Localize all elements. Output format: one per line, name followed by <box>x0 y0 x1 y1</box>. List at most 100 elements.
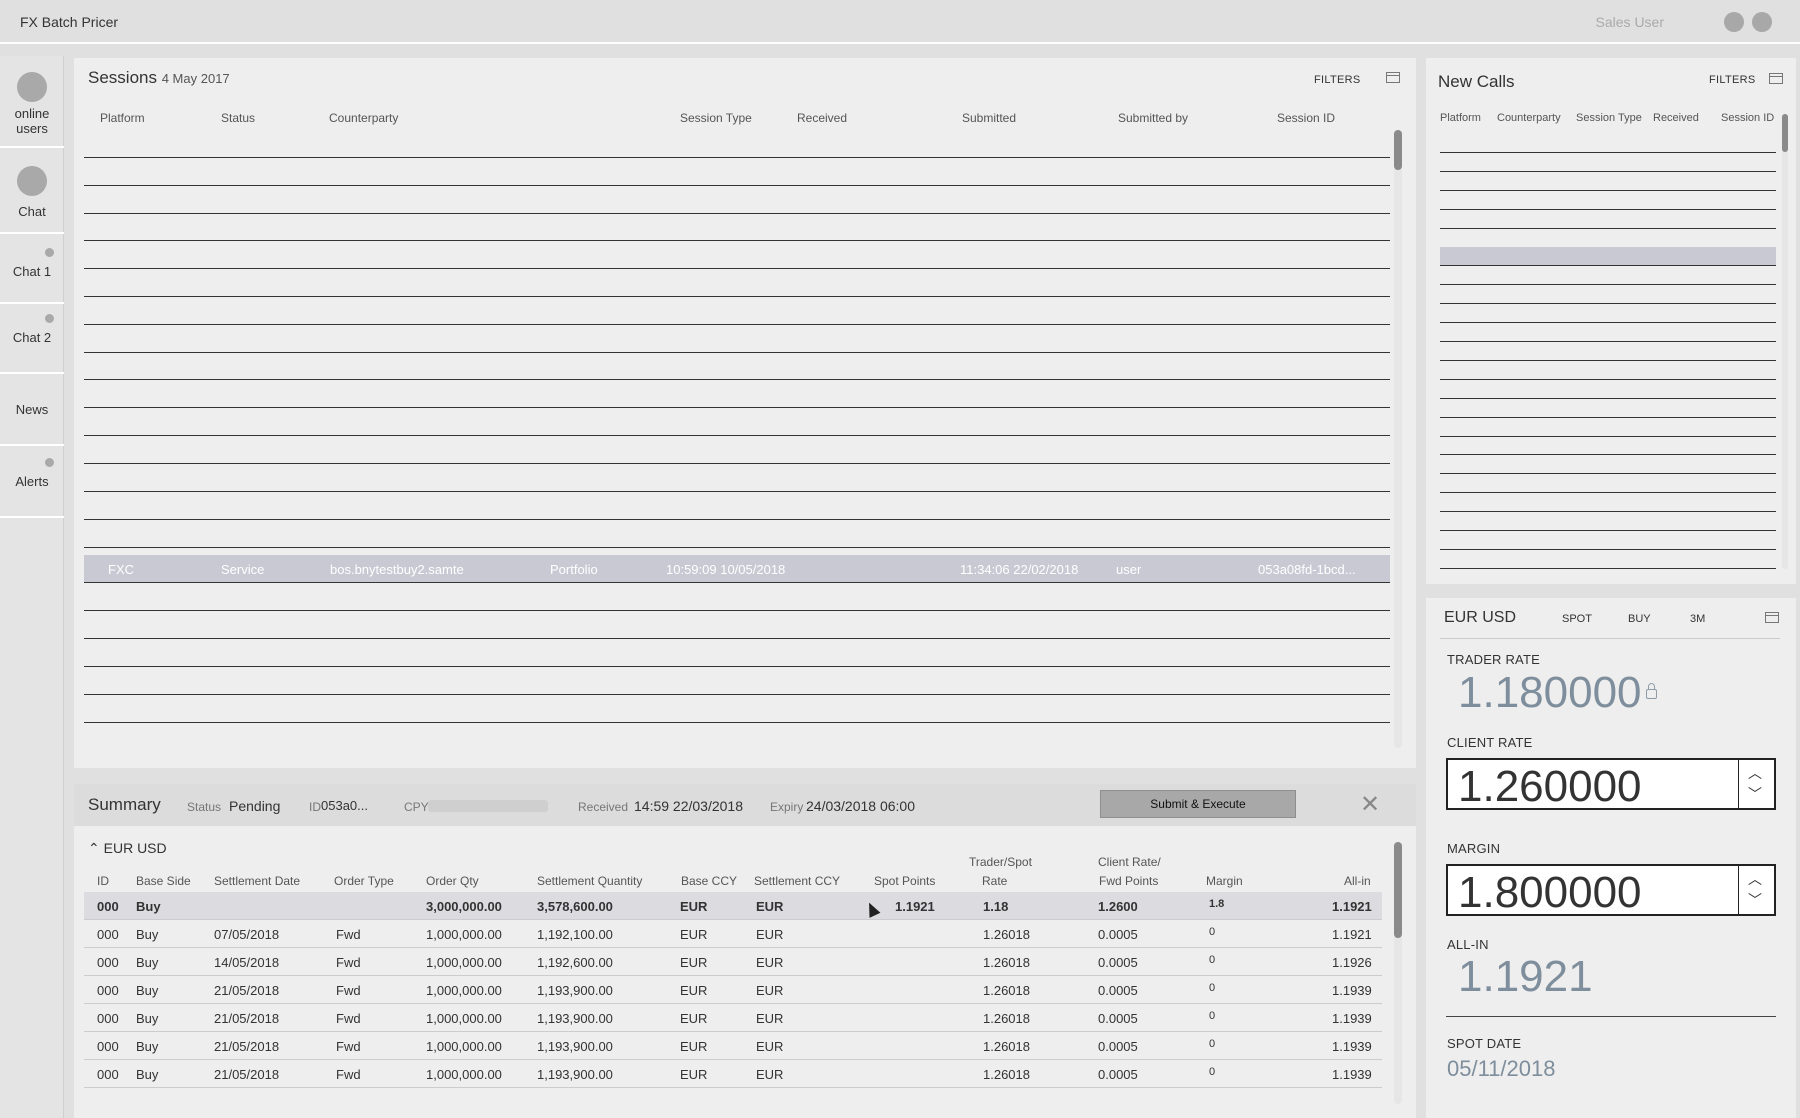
column-header-trader-spot[interactable]: Trader/Spot <box>969 855 1032 869</box>
column-header-session-id[interactable]: Session ID <box>1721 112 1774 124</box>
table-row-selected[interactable]: FXC Service bos.bnytestbuy2.samte Portfo… <box>84 555 1390 583</box>
chevron-down-icon[interactable]: ﹀ <box>1748 784 1762 804</box>
tab-spot[interactable]: SPOT <box>1562 613 1592 625</box>
sidebar-item-alerts[interactable]: Alerts <box>0 446 64 518</box>
column-header-all-in[interactable]: All-in <box>1344 874 1371 888</box>
column-header-settlement-date[interactable]: Settlement Date <box>214 874 300 888</box>
table-row[interactable] <box>84 520 1390 548</box>
sidebar-item-chat[interactable]: Chat <box>0 148 64 234</box>
table-row[interactable] <box>1440 550 1776 569</box>
column-header-platform[interactable]: Platform <box>100 111 145 125</box>
table-row[interactable] <box>1440 342 1776 361</box>
table-row[interactable] <box>84 297 1390 325</box>
new-calls-scrollbar[interactable] <box>1782 114 1788 569</box>
table-row[interactable] <box>1440 455 1776 475</box>
column-header-session-type[interactable]: Session Type <box>1576 112 1642 124</box>
column-header-settlement-ccy[interactable]: Settlement CCY <box>754 874 840 888</box>
table-row[interactable] <box>1440 191 1776 210</box>
table-row[interactable] <box>1440 210 1776 229</box>
sidebar-item-chat-2[interactable]: Chat 2 <box>0 304 64 374</box>
table-row[interactable] <box>84 352 1390 380</box>
table-row[interactable] <box>1440 418 1776 437</box>
table-row[interactable] <box>1440 247 1776 267</box>
scrollbar-thumb[interactable] <box>1394 130 1402 170</box>
margin-input[interactable]: 1.800000 ︿ ﹀ <box>1446 864 1776 917</box>
column-header-received[interactable]: Received <box>1653 112 1699 124</box>
panel-menu-icon[interactable] <box>1765 612 1779 623</box>
table-row[interactable] <box>84 695 1390 723</box>
column-header-session-type[interactable]: Session Type <box>680 111 752 125</box>
scrollbar-thumb[interactable] <box>1782 114 1788 152</box>
table-row[interactable] <box>84 583 1390 611</box>
summary-row[interactable]: 000 Buy 21/05/2018 Fwd 1,000,000.00 1,193,900… <box>84 1060 1382 1088</box>
lock-icon[interactable] <box>1646 683 1657 699</box>
user-label[interactable]: Sales User <box>1596 14 1664 30</box>
summary-row[interactable]: 000 Buy 21/05/2018 Fwd 1,000,000.00 1,193,900… <box>84 976 1382 1004</box>
new-calls-filters-button[interactable]: FILTERS <box>1709 74 1756 86</box>
column-header-margin[interactable]: Margin <box>1206 874 1243 888</box>
summary-row[interactable]: 000 Buy 14/05/2018 Fwd 1,000,000.00 1,192,600… <box>84 948 1382 976</box>
table-row[interactable] <box>1440 436 1776 456</box>
table-row[interactable] <box>1440 285 1776 305</box>
column-header-order-type[interactable]: Order Type <box>334 874 394 888</box>
column-header-submitted[interactable]: Submitted <box>962 111 1016 125</box>
minimize-icon[interactable] <box>1724 12 1744 32</box>
table-row[interactable] <box>84 241 1390 269</box>
sessions-filters-button[interactable]: FILTERS <box>1314 74 1361 86</box>
column-header-trader-spot-rate[interactable]: Rate <box>982 874 1007 888</box>
table-row[interactable] <box>1440 134 1776 153</box>
table-row[interactable] <box>84 213 1390 241</box>
table-row[interactable] <box>1440 380 1776 399</box>
table-row[interactable] <box>1440 512 1776 531</box>
table-row[interactable] <box>1440 229 1776 248</box>
tab-3m[interactable]: 3M <box>1690 613 1705 625</box>
summary-row[interactable]: 000 Buy 21/05/2018 Fwd 1,000,000.00 1,193,900… <box>84 1004 1382 1032</box>
summary-row[interactable]: 000 Buy 21/05/2018 Fwd 1,000,000.00 1,193,900… <box>84 1032 1382 1060</box>
column-header-client-rate[interactable]: Client Rate/ <box>1098 855 1161 869</box>
summary-row[interactable]: 000 Buy 3,000,000.00 3,578,600.00 EUR EUR 1.19… <box>84 892 1382 920</box>
table-row[interactable] <box>84 611 1390 639</box>
table-row[interactable] <box>84 269 1390 297</box>
chevron-up-icon[interactable]: ︿ <box>1748 763 1762 783</box>
table-row[interactable] <box>1440 172 1776 191</box>
table-row[interactable] <box>84 639 1390 667</box>
table-row[interactable] <box>1440 399 1776 418</box>
table-row[interactable] <box>84 130 1390 158</box>
summary-scrollbar[interactable] <box>1394 842 1402 1104</box>
chevron-up-icon[interactable]: ︿ <box>1748 869 1762 889</box>
sessions-scrollbar[interactable] <box>1394 130 1402 748</box>
table-row[interactable] <box>84 380 1390 408</box>
table-row[interactable] <box>1440 304 1776 324</box>
panel-menu-icon[interactable] <box>1769 73 1783 84</box>
chevron-down-icon[interactable]: ﹀ <box>1748 890 1762 910</box>
column-header-received[interactable]: Received <box>797 111 847 125</box>
sidebar-item-online-users[interactable]: online users <box>0 56 64 148</box>
close-window-icon[interactable] <box>1752 12 1772 32</box>
margin-stepper[interactable]: ︿ ﹀ <box>1738 866 1774 914</box>
column-header-order-qty[interactable]: Order Qty <box>426 874 479 888</box>
table-row[interactable] <box>1440 493 1776 513</box>
column-header-settlement-qty[interactable]: Settlement Quantity <box>537 874 642 888</box>
table-row[interactable] <box>84 186 1390 214</box>
sidebar-item-news[interactable]: News <box>0 374 64 446</box>
column-header-counterparty[interactable]: Counterparty <box>1497 112 1561 124</box>
column-header-base-side[interactable]: Base Side <box>136 874 191 888</box>
client-rate-stepper[interactable]: ︿ ﹀ <box>1738 760 1774 808</box>
table-row[interactable] <box>1440 361 1776 380</box>
table-row[interactable] <box>1440 323 1776 342</box>
table-row[interactable] <box>84 492 1390 520</box>
column-header-session-id[interactable]: Session ID <box>1277 111 1335 125</box>
column-header-status[interactable]: Status <box>221 111 255 125</box>
sidebar-item-chat-1[interactable]: Chat 1 <box>0 234 64 304</box>
column-header-platform[interactable]: Platform <box>1440 112 1481 124</box>
tab-buy[interactable]: BUY <box>1628 613 1651 625</box>
table-row[interactable] <box>1440 474 1776 494</box>
column-header-submitted-by[interactable]: Submitted by <box>1118 111 1188 125</box>
column-header-id[interactable]: ID <box>97 874 109 888</box>
table-row[interactable] <box>84 408 1390 436</box>
table-row[interactable] <box>84 464 1390 492</box>
table-row[interactable] <box>1440 153 1776 172</box>
table-row[interactable] <box>84 667 1390 695</box>
client-rate-input[interactable]: 1.260000 ︿ ﹀ <box>1446 758 1776 811</box>
panel-menu-icon[interactable] <box>1386 72 1400 83</box>
